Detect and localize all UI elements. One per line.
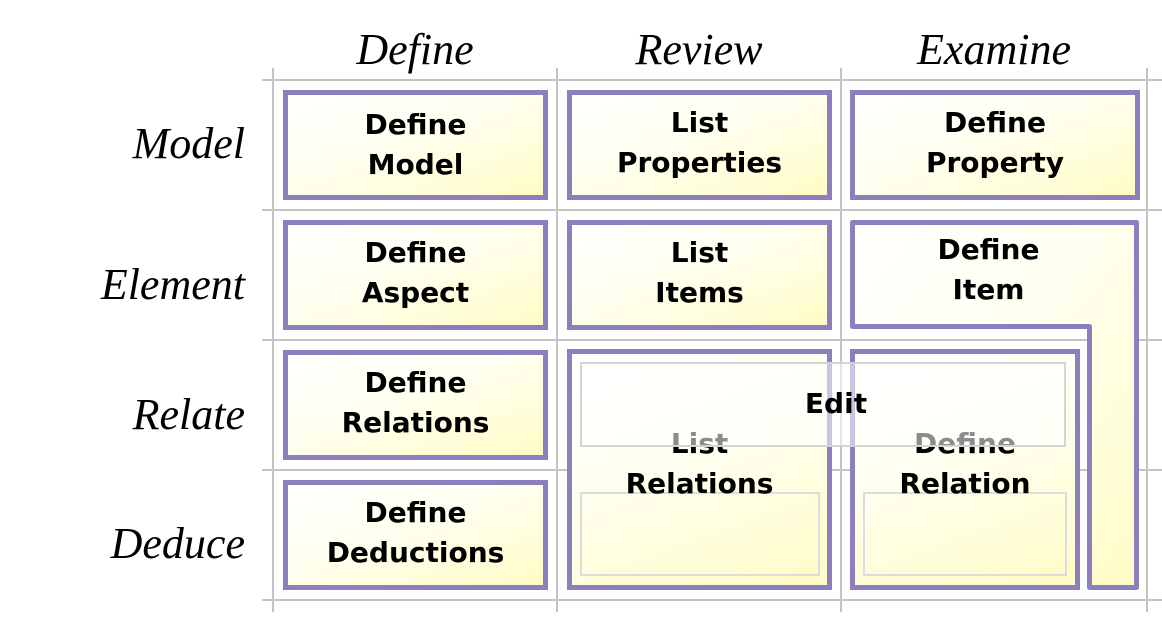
define-deductions-label-2: Deductions <box>326 536 505 569</box>
define-relations-label-1: Define <box>364 366 467 399</box>
define-item-label-2: Item <box>952 273 1025 306</box>
define-deductions-label-1: Define <box>364 496 467 529</box>
list-relations-label-2: Relations <box>625 467 774 500</box>
list-relations-lower-panel <box>580 492 820 576</box>
define-relations-label-2: Relations <box>341 406 490 439</box>
define-item-label-1: Define <box>937 233 1040 266</box>
define-relations-box[interactable]: Define Relations <box>283 350 548 460</box>
define-relation-label-2: Relation <box>899 467 1031 500</box>
define-relation-lower-panel <box>863 492 1067 576</box>
edit-overlay-label: Edit <box>804 387 868 420</box>
define-deductions-box[interactable]: Define Deductions <box>283 480 548 590</box>
